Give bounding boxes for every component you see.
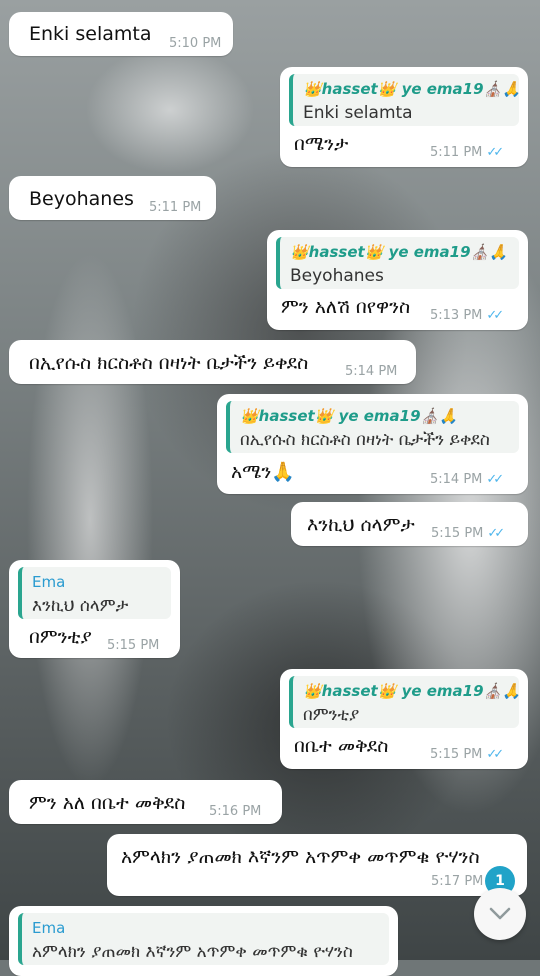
quoted-sender: 👑hasset👑 ye ema19⛪🙏 [240, 407, 458, 425]
message-outgoing[interactable]: 👑hasset👑 ye ema19⛪🙏 በኢየሱስ ክርስቶስ በዛነት ቤታች… [217, 394, 528, 494]
message-text: Enki selamta [29, 23, 152, 45]
message-text: ምን አለ በቤተ መቅደስ [29, 792, 186, 814]
message-time: 5:10 PM [169, 36, 222, 51]
double-check-icon: ✓✓ [487, 526, 505, 541]
quoted-sender: Ema [32, 919, 66, 937]
message-outgoing[interactable]: 👑hasset👑 ye ema19⛪🙏 Enki selamta በሜንታ 5:… [280, 67, 528, 167]
message-text: አምላክን ያጠመክ እኛንም አጥምቀ መጥምቁ ዮሃንስ [121, 846, 480, 868]
quoted-text: አምላክን ያጠመክ እኛንም አጥምቀ መጥምቁ ዮሃንስ [32, 942, 353, 962]
double-check-icon: ✓✓ [486, 747, 504, 762]
quoted-message[interactable]: Ema አምላክን ያጠመክ እኛንም አጥምቀ መጥምቁ ዮሃንስ [18, 913, 389, 965]
message-outgoing[interactable]: 👑hasset👑 ye ema19⛪🙏 በምንቲያ በቤተ መቅደስ 5:15 … [280, 669, 528, 769]
message-outgoing[interactable]: እንኪህ ሰላምታ 5:15 PM ✓✓ [291, 502, 528, 546]
quoted-message[interactable]: 👑hasset👑 ye ema19⛪🙏 Enki selamta [289, 74, 519, 126]
scroll-to-bottom-button[interactable] [474, 888, 526, 940]
message-text: አሜን🙏 [231, 461, 296, 483]
double-check-icon: ✓✓ [486, 145, 504, 160]
message-incoming[interactable]: ምን አለ በቤተ መቅደስ 5:16 PM [9, 780, 282, 824]
message-text: በኢየሱስ ክርስቶስ በዛነት ቤታችን ይቀደስ [29, 352, 309, 374]
message-time: 5:13 PM ✓✓ [430, 308, 504, 323]
message-text: በቤተ መቅደስ [294, 735, 389, 757]
message-time: 5:11 PM [149, 200, 202, 215]
chevron-down-icon [489, 907, 511, 920]
quoted-text: Enki selamta [303, 103, 413, 123]
message-time: 5:14 PM [345, 364, 398, 379]
message-text: በሜንታ [294, 133, 349, 155]
message-incoming[interactable]: Ema እንኪህ ሰላምታ በምንቲያ 5:15 PM [9, 560, 180, 658]
quoted-message[interactable]: Ema እንኪህ ሰላምታ [18, 567, 171, 619]
message-incoming[interactable]: Ema አምላክን ያጠመክ እኛንም አጥምቀ መጥምቁ ዮሃንስ [9, 906, 398, 976]
message-time: 5:15 PM ✓✓ [431, 526, 505, 541]
double-check-icon: ✓✓ [486, 308, 504, 323]
quoted-sender: 👑hasset👑 ye ema19⛪🙏 [290, 243, 508, 261]
quoted-text: እንኪህ ሰላምታ [32, 596, 129, 616]
double-check-icon: ✓✓ [486, 472, 504, 487]
message-time: 5:11 PM ✓✓ [430, 145, 504, 160]
unread-count: 1 [495, 873, 505, 889]
quoted-sender: Ema [32, 573, 66, 591]
message-text: ምን አለሽ በየዋንስ [281, 296, 411, 318]
message-time: 5:14 PM ✓✓ [430, 472, 504, 487]
message-text: እንኪህ ሰላምታ [307, 514, 415, 536]
message-incoming[interactable]: Beyohanes 5:11 PM [9, 176, 216, 220]
quoted-message[interactable]: 👑hasset👑 ye ema19⛪🙏 Beyohanes [276, 237, 519, 289]
message-text: በምንቲያ [29, 626, 92, 648]
message-incoming[interactable]: Enki selamta 5:10 PM [9, 12, 233, 56]
quoted-text: በምንቲያ [303, 705, 360, 725]
message-incoming[interactable]: አምላክን ያጠመክ እኛንም አጥምቀ መጥምቁ ዮሃንስ 5:17 PM [107, 834, 527, 896]
message-time: 5:17 PM [431, 874, 484, 889]
message-time: 5:16 PM [209, 804, 262, 819]
quoted-message[interactable]: 👑hasset👑 ye ema19⛪🙏 በኢየሱስ ክርስቶስ በዛነት ቤታች… [226, 401, 519, 453]
quoted-text: በኢየሱስ ክርስቶስ በዛነት ቤታችን ይቀደስ [240, 430, 490, 450]
quoted-message[interactable]: 👑hasset👑 ye ema19⛪🙏 በምንቲያ [289, 676, 519, 728]
message-time: 5:15 PM [107, 638, 160, 653]
message-time: 5:15 PM ✓✓ [430, 747, 504, 762]
quoted-text: Beyohanes [290, 266, 384, 286]
quoted-sender: 👑hasset👑 ye ema19⛪🙏 [303, 682, 519, 700]
quoted-sender: 👑hasset👑 ye ema19⛪🙏 [303, 80, 519, 98]
message-outgoing[interactable]: 👑hasset👑 ye ema19⛪🙏 Beyohanes ምን አለሽ በየዋ… [267, 230, 528, 330]
message-incoming[interactable]: በኢየሱስ ክርስቶስ በዛነት ቤታችን ይቀደስ 5:14 PM [9, 340, 416, 384]
message-text: Beyohanes [29, 188, 134, 210]
